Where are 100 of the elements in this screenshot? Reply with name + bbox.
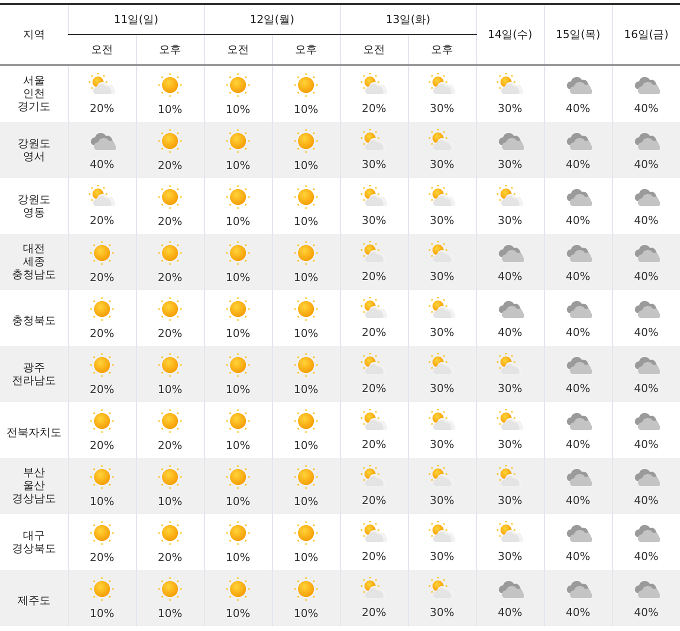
precipitation-chance: 30% (428, 270, 456, 283)
precipitation-chance: 20% (88, 271, 116, 284)
precipitation-chance: 40% (633, 326, 660, 339)
precipitation-chance: 20% (88, 214, 116, 227)
sun-icon (89, 240, 115, 266)
column-header: 12일(월) (250, 13, 294, 26)
sun-icon (89, 576, 115, 602)
sun-cloud-icon (360, 297, 388, 321)
precipitation-chance: 10% (224, 495, 252, 508)
precipitation-chance: 40% (564, 494, 592, 507)
precipitation-chance: 20% (156, 551, 184, 564)
region-name: 강원도 영동 (17, 192, 50, 218)
sun-cloud-icon (428, 297, 456, 321)
region-name: 충청북도 (12, 314, 56, 326)
precipitation-chance: 40% (564, 214, 592, 227)
precipitation-chance: 10% (292, 439, 320, 452)
sun-icon (225, 240, 251, 266)
column-header: 오후 (431, 43, 453, 56)
sun-cloud-icon (360, 521, 388, 545)
precipitation-chance: 40% (564, 438, 592, 451)
sun-icon (225, 520, 251, 546)
precipitation-chance: 40% (633, 102, 660, 115)
sun-icon (157, 464, 183, 490)
precipitation-chance: 10% (292, 271, 320, 284)
column-header: 오후 (295, 43, 317, 56)
column-header: 11일(일) (114, 13, 158, 26)
precipitation-chance: 30% (360, 214, 388, 227)
precipitation-chance: 10% (224, 159, 252, 172)
precipitation-chance: 10% (88, 495, 116, 508)
precipitation-chance: 30% (428, 550, 456, 563)
precipitation-chance: 30% (428, 214, 456, 227)
sun-icon (293, 408, 319, 434)
sun-cloud-icon (88, 73, 116, 97)
region-name: 강원도 영서 (17, 136, 50, 162)
precipitation-chance: 30% (428, 606, 456, 619)
precipitation-chance: 10% (224, 439, 252, 452)
precipitation-chance: 30% (428, 438, 456, 451)
precipitation-chance: 10% (156, 495, 184, 508)
sun-cloud-icon (360, 409, 388, 433)
precipitation-chance: 30% (496, 158, 524, 171)
sun-icon (293, 296, 319, 322)
precipitation-chance: 10% (156, 103, 184, 116)
region-name: 부산 울산 경상남도 (12, 466, 56, 505)
sun-cloud-icon (360, 185, 388, 209)
region-name: 서울 인천 경기도 (17, 74, 50, 113)
precipitation-chance: 20% (156, 159, 184, 172)
precipitation-chance: 10% (224, 271, 252, 284)
precipitation-chance: 30% (496, 382, 524, 395)
precipitation-chance: 10% (156, 607, 184, 620)
precipitation-chance: 30% (428, 382, 456, 395)
precipitation-chance: 20% (360, 102, 388, 115)
precipitation-chance: 10% (292, 215, 320, 228)
sun-cloud-icon (496, 409, 524, 433)
column-header: 13일(화) (386, 13, 430, 26)
precipitation-chance: 10% (224, 215, 252, 228)
region-name: 대구 경상북도 (12, 528, 56, 554)
precipitation-chance: 40% (564, 158, 592, 171)
sun-cloud-icon (428, 409, 456, 433)
precipitation-chance: 40% (564, 326, 592, 339)
precipitation-chance: 40% (88, 158, 116, 171)
sun-icon (157, 128, 183, 154)
precipitation-chance: 40% (633, 158, 660, 171)
sun-icon (225, 72, 251, 98)
precipitation-chance: 30% (428, 102, 456, 115)
region-name: 제주도 (17, 594, 50, 606)
precipitation-chance: 30% (496, 214, 524, 227)
sun-icon (89, 296, 115, 322)
precipitation-chance: 10% (224, 383, 252, 396)
precipitation-chance: 40% (564, 270, 592, 283)
precipitation-chance: 30% (496, 494, 524, 507)
precipitation-chance: 40% (633, 382, 660, 395)
precipitation-chance: 10% (292, 551, 320, 564)
precipitation-chance: 40% (564, 550, 592, 563)
precipitation-chance: 40% (496, 606, 524, 619)
precipitation-chance: 10% (156, 383, 184, 396)
precipitation-chance: 20% (88, 383, 116, 396)
sun-icon (293, 520, 319, 546)
precipitation-chance: 30% (428, 494, 456, 507)
precipitation-chance: 10% (224, 607, 252, 620)
precipitation-chance: 40% (496, 270, 524, 283)
precipitation-chance: 20% (88, 102, 116, 115)
precipitation-chance: 20% (360, 438, 388, 451)
precipitation-chance: 40% (633, 550, 660, 563)
sun-cloud-icon (496, 73, 524, 97)
sun-icon (89, 408, 115, 434)
precipitation-chance: 10% (292, 103, 320, 116)
sun-icon (225, 184, 251, 210)
precipitation-chance: 20% (156, 327, 184, 340)
precipitation-chance: 10% (292, 607, 320, 620)
sun-icon (157, 408, 183, 434)
column-header: 16일(금) (624, 28, 669, 41)
precipitation-chance: 10% (292, 327, 320, 340)
precipitation-chance: 10% (88, 607, 116, 620)
sun-icon (157, 184, 183, 210)
sun-icon (293, 72, 319, 98)
sun-icon (225, 408, 251, 434)
sun-icon (225, 352, 251, 378)
precipitation-chance: 40% (564, 102, 592, 115)
precipitation-chance: 40% (564, 382, 592, 395)
sun-icon (293, 240, 319, 266)
